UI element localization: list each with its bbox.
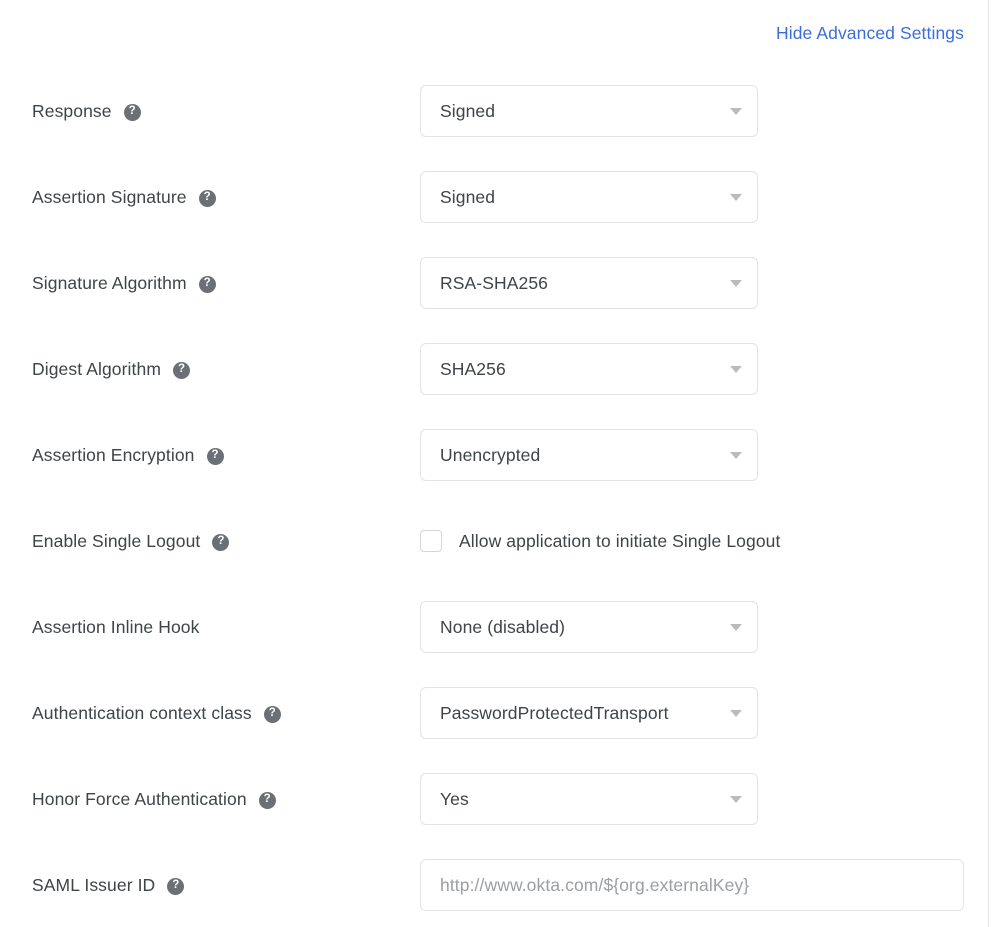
select-authentication-context-class[interactable]: PasswordProtectedTransport: [420, 687, 758, 739]
select-signature-algorithm[interactable]: RSA-SHA256: [420, 257, 758, 309]
label-digest-algorithm: Digest Algorithm?: [32, 343, 190, 395]
form-row-assertion-signature: Assertion Signature? Signed: [0, 171, 988, 223]
chevron-down-icon[interactable]: [730, 624, 742, 631]
help-icon-assertion-signature[interactable]: ?: [199, 190, 216, 207]
form-row-honor-force-authentication: Honor Force Authentication? Yes: [0, 773, 988, 825]
control-saml-issuer-id: [420, 859, 964, 911]
help-icon-saml-issuer-id[interactable]: ?: [167, 878, 184, 895]
control-authentication-context-class: PasswordProtectedTransport: [420, 687, 758, 739]
select-assertion-inline-hook[interactable]: None (disabled): [420, 601, 758, 653]
form-row-assertion-inline-hook: Assertion Inline Hook None (disabled): [0, 601, 988, 653]
label-assertion-encryption: Assertion Encryption?: [32, 429, 224, 481]
select-honor-force-authentication[interactable]: Yes: [420, 773, 758, 825]
label-text-enable-single-logout: Enable Single Logout: [32, 531, 200, 552]
select-value-authentication-context-class: PasswordProtectedTransport: [440, 703, 669, 724]
select-value-response: Signed: [440, 101, 495, 122]
form-row-authentication-context-class: Authentication context class? PasswordPro…: [0, 687, 988, 739]
control-response: Signed: [420, 85, 758, 137]
control-assertion-encryption: Unencrypted: [420, 429, 758, 481]
select-response[interactable]: Signed: [420, 85, 758, 137]
label-signature-algorithm: Signature Algorithm?: [32, 257, 216, 309]
label-text-assertion-encryption: Assertion Encryption: [32, 445, 195, 466]
checkbox-label-enable-single-logout[interactable]: Allow application to initiate Single Log…: [459, 531, 780, 552]
help-icon-response[interactable]: ?: [124, 104, 141, 121]
label-text-response: Response: [32, 101, 112, 122]
control-signature-algorithm: RSA-SHA256: [420, 257, 758, 309]
select-value-assertion-signature: Signed: [440, 187, 495, 208]
help-icon-digest-algorithm[interactable]: ?: [173, 362, 190, 379]
label-honor-force-authentication: Honor Force Authentication?: [32, 773, 276, 825]
control-honor-force-authentication: Yes: [420, 773, 758, 825]
form-row-signature-algorithm: Signature Algorithm? RSA-SHA256: [0, 257, 988, 309]
checkbox-enable-single-logout[interactable]: [420, 530, 442, 552]
select-value-honor-force-authentication: Yes: [440, 789, 469, 810]
chevron-down-icon[interactable]: [730, 366, 742, 373]
label-assertion-signature: Assertion Signature?: [32, 171, 216, 223]
label-text-signature-algorithm: Signature Algorithm: [32, 273, 187, 294]
help-icon-honor-force-authentication[interactable]: ?: [259, 792, 276, 809]
help-icon-assertion-encryption[interactable]: ?: [207, 448, 224, 465]
form-row-enable-single-logout: Enable Single Logout? Allow application t…: [0, 515, 988, 567]
control-enable-single-logout: Allow application to initiate Single Log…: [420, 515, 780, 567]
help-icon-authentication-context-class[interactable]: ?: [264, 706, 281, 723]
label-authentication-context-class: Authentication context class?: [32, 687, 281, 739]
control-assertion-signature: Signed: [420, 171, 758, 223]
help-icon-enable-single-logout[interactable]: ?: [212, 534, 229, 551]
form-row-digest-algorithm: Digest Algorithm? SHA256: [0, 343, 988, 395]
label-text-authentication-context-class: Authentication context class: [32, 703, 252, 724]
form-row-saml-issuer-id: SAML Issuer ID?: [0, 859, 988, 911]
select-value-assertion-encryption: Unencrypted: [440, 445, 540, 466]
label-assertion-inline-hook: Assertion Inline Hook: [32, 601, 199, 653]
hide-advanced-settings-link[interactable]: Hide Advanced Settings: [776, 23, 964, 43]
advanced-settings-toggle-row: Hide Advanced Settings: [0, 22, 964, 44]
label-text-assertion-inline-hook: Assertion Inline Hook: [32, 617, 199, 638]
chevron-down-icon[interactable]: [730, 108, 742, 115]
label-text-honor-force-authentication: Honor Force Authentication: [32, 789, 247, 810]
label-enable-single-logout: Enable Single Logout?: [32, 515, 229, 567]
select-digest-algorithm[interactable]: SHA256: [420, 343, 758, 395]
label-text-digest-algorithm: Digest Algorithm: [32, 359, 161, 380]
chevron-down-icon[interactable]: [730, 710, 742, 717]
control-digest-algorithm: SHA256: [420, 343, 758, 395]
chevron-down-icon[interactable]: [730, 280, 742, 287]
select-assertion-encryption[interactable]: Unencrypted: [420, 429, 758, 481]
control-assertion-inline-hook: None (disabled): [420, 601, 758, 653]
form-row-assertion-encryption: Assertion Encryption? Unencrypted: [0, 429, 988, 481]
form-row-response: Response? Signed: [0, 85, 988, 137]
select-value-signature-algorithm: RSA-SHA256: [440, 273, 548, 294]
select-value-assertion-inline-hook: None (disabled): [440, 617, 565, 638]
label-saml-issuer-id: SAML Issuer ID?: [32, 859, 184, 911]
label-response: Response?: [32, 85, 141, 137]
select-assertion-signature[interactable]: Signed: [420, 171, 758, 223]
label-text-assertion-signature: Assertion Signature: [32, 187, 187, 208]
label-text-saml-issuer-id: SAML Issuer ID: [32, 875, 155, 896]
help-icon-signature-algorithm[interactable]: ?: [199, 276, 216, 293]
select-value-digest-algorithm: SHA256: [440, 359, 506, 380]
chevron-down-icon[interactable]: [730, 194, 742, 201]
saml-advanced-settings-panel: Hide Advanced Settings Response?SignedAs…: [0, 0, 988, 927]
checkbox-group-enable-single-logout: Allow application to initiate Single Log…: [420, 515, 780, 567]
page-right-border: [988, 0, 989, 927]
chevron-down-icon[interactable]: [730, 796, 742, 803]
input-saml-issuer-id[interactable]: [420, 859, 964, 911]
chevron-down-icon[interactable]: [730, 452, 742, 459]
